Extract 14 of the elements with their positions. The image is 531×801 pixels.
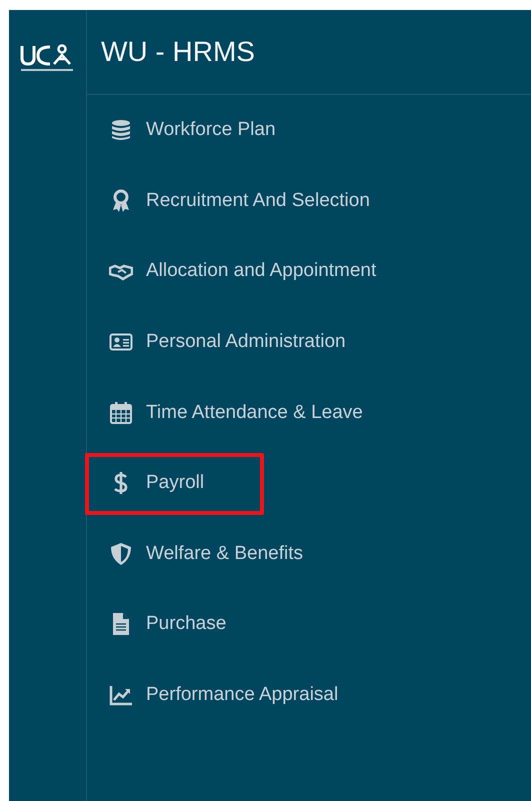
menu-item[interactable]: Performance Appraisal [146,684,338,706]
database-icon [109,118,133,142]
menu-item[interactable]: Time Attendance & Leave [146,402,363,424]
chart-icon [109,683,133,708]
shield-icon [109,542,133,566]
menu-item[interactable]: Welfare & Benefits [146,542,304,565]
menu-item[interactable]: Allocation and Appointment [146,260,376,282]
menu-item[interactable]: Payroll [146,472,204,494]
menu-item[interactable]: Purchase [146,613,226,636]
app-title: WU - HRMS [101,36,255,68]
menu-item[interactable]: Workforce Plan [146,119,276,142]
calendar-icon [109,400,133,425]
menu-item[interactable]: Recruitment And Selection [146,190,370,212]
menu-item[interactable]: Personal Administration [146,331,346,354]
